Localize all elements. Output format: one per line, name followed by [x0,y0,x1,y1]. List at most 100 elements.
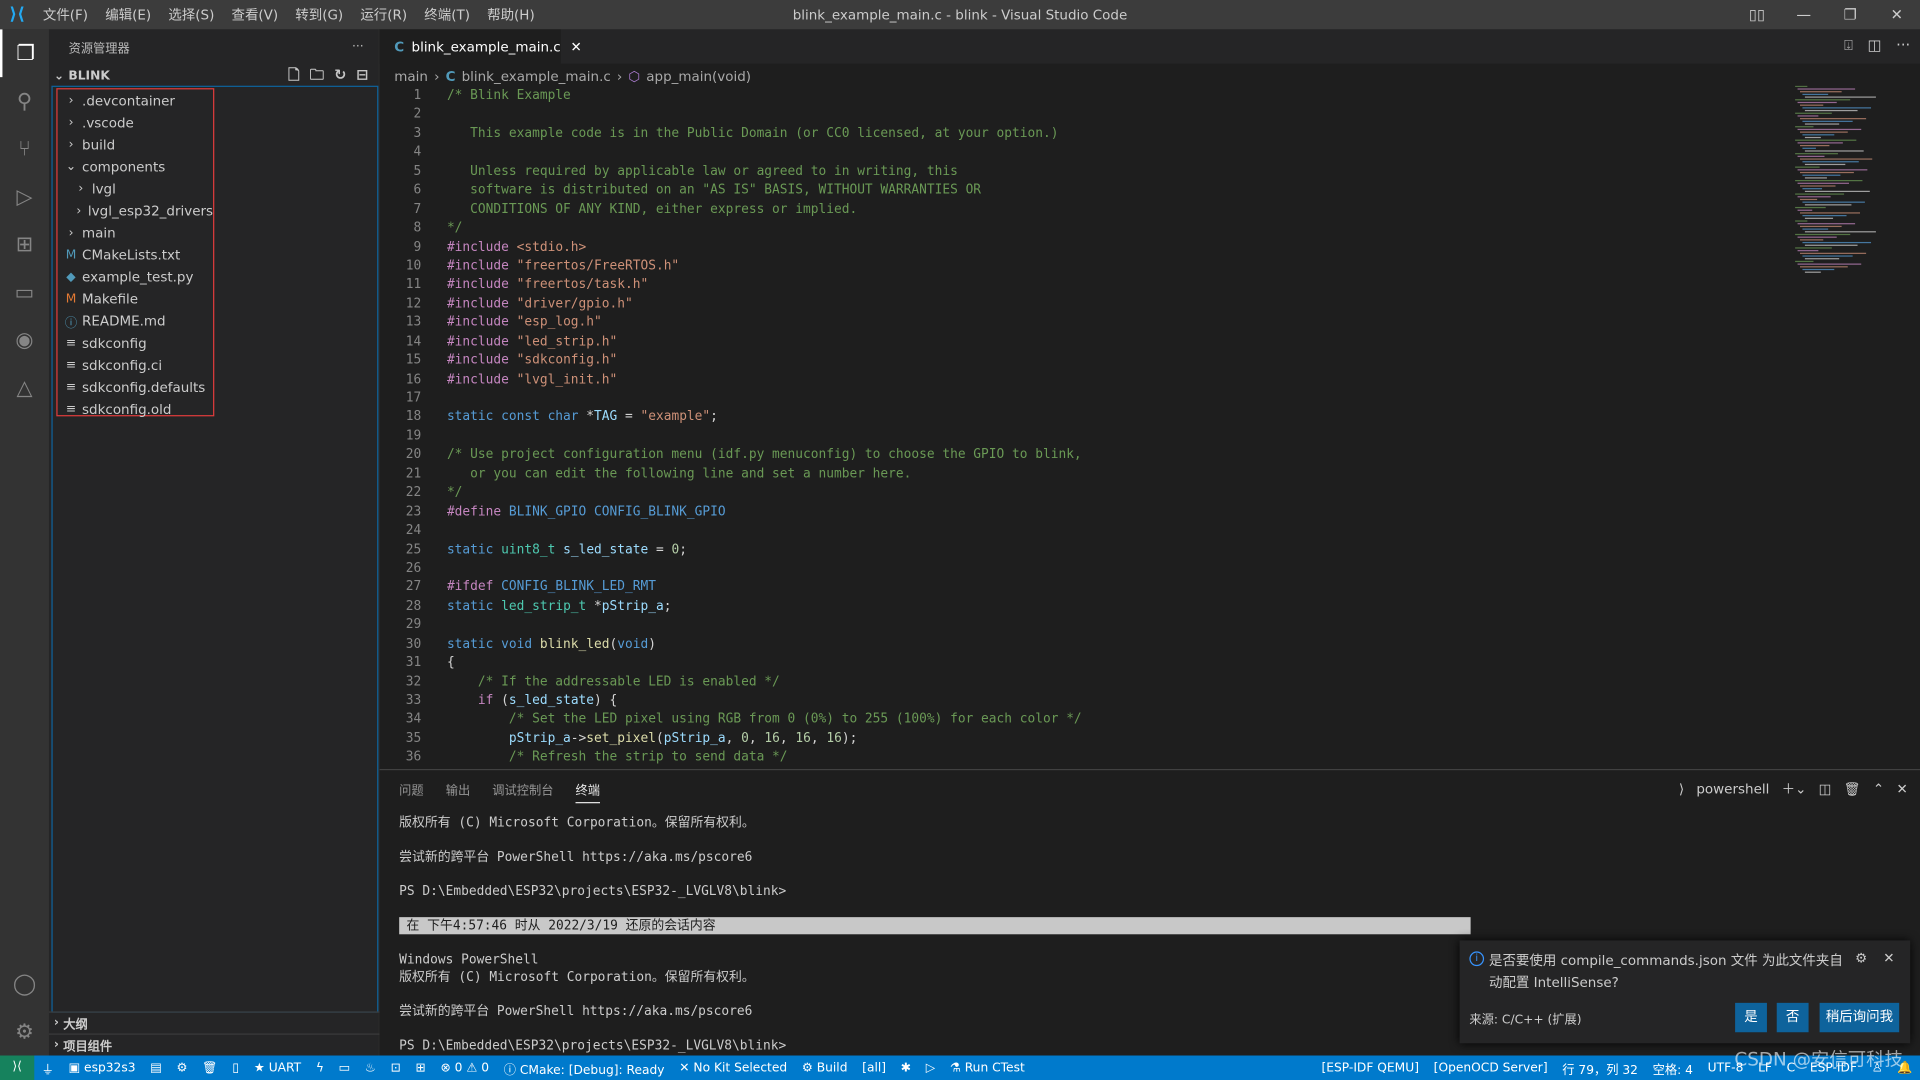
tree-item[interactable]: ≡ sdkconfig.defaults [58,376,214,398]
more-icon[interactable]: ··· [1896,37,1910,55]
terminal-icon[interactable]: ⊡ [383,1061,408,1074]
extensions-icon[interactable]: ⊞ [0,220,49,268]
refresh-icon[interactable]: ↻ [334,66,346,83]
build-cylinder-icon[interactable]: ▯ [225,1061,246,1074]
menu-item[interactable]: 文件(F) [34,5,96,25]
cmake-status[interactable]: ⓘ CMake: [Debug]: Ready [496,1059,672,1076]
build-button[interactable]: ⚙ Build [795,1061,855,1074]
status-flash-method[interactable]: ★ UART [246,1061,308,1074]
menu-item[interactable]: 转到(G) [287,5,352,25]
kit-selector[interactable]: ✕ No Kit Selected [672,1061,795,1074]
flame-icon[interactable]: ♨ [358,1061,384,1074]
run-ctest[interactable]: ⚗ Run CTest [942,1061,1032,1074]
menu-item[interactable]: 终端(T) [416,5,479,25]
new-file-icon[interactable]: 🗋 [288,66,300,83]
folder-header[interactable]: ⌄ BLINK 🗋 🗀 ↻ ⊟ [49,64,378,88]
new-terminal-icon[interactable]: ＋⌄ [1782,779,1807,799]
close-button[interactable]: ✕ [1873,0,1920,29]
split-editor-icon[interactable]: ◫ [1868,37,1882,55]
menu-item[interactable]: 编辑(E) [97,5,160,25]
search-icon[interactable]: ⚲ [0,77,49,125]
tree-item[interactable]: › lvgl_esp32_drivers [58,200,214,222]
tree-item[interactable]: › main [58,222,214,244]
tree-item[interactable]: M Makefile [58,288,214,310]
run-icon[interactable]: ▷ [918,1061,942,1074]
tree-item[interactable]: › .vscode [58,111,214,133]
remote-explorer-icon[interactable]: ▭ [0,268,49,316]
tree-item[interactable]: › build [58,133,214,155]
close-tab-icon[interactable]: ✕ [570,39,581,55]
layout-icon[interactable]: ▯▯ [1734,0,1781,29]
menu-item[interactable]: 选择(S) [160,5,223,25]
debug-bug-icon[interactable]: ✱ [893,1061,918,1074]
outline-section[interactable]: › 大纲 [48,1011,380,1033]
status-item[interactable]: 行 79，列 32 [1555,1059,1645,1076]
debug-icon[interactable]: ⊞ [408,1061,433,1074]
new-folder-icon[interactable]: 🗀 [310,66,325,83]
tree-item[interactable]: ≡ sdkconfig.ci [58,354,214,376]
kill-terminal-icon[interactable]: 🗑 [1844,781,1861,797]
panel-tab[interactable]: 问题 [399,780,423,803]
shell-name[interactable]: powershell [1696,781,1769,797]
more-actions-icon[interactable]: ··· [352,40,364,53]
build-target[interactable]: [all] [855,1061,894,1074]
tree-item[interactable]: M CMakeLists.txt [58,244,214,266]
status-target[interactable]: ▣ esp32s3 [61,1061,143,1074]
notification-close-icon[interactable]: ✕ [1883,950,1894,966]
problems-count[interactable]: ⊗ 0 ⚠ 0 [433,1061,496,1074]
menu-item[interactable]: 查看(V) [223,5,287,25]
project-components-section[interactable]: › 项目组件 [48,1033,380,1055]
tree-item[interactable]: ◆ example_test.py [58,266,214,288]
tree-item[interactable]: › lvgl [58,178,214,200]
panel-tab[interactable]: 输出 [446,780,470,803]
panel-tab[interactable]: 调试控制台 [492,780,553,803]
panel-tab[interactable]: 终端 [575,780,601,804]
remote-icon[interactable]: ⟩⟨ [0,1055,35,1080]
breadcrumb-symbol[interactable]: app_main(void) [646,68,751,84]
tree-item[interactable]: ≡ sdkconfig [58,332,214,354]
tree-item[interactable]: ≡ sdkconfig.old [58,398,214,420]
maximize-panel-icon[interactable]: ⌃ [1873,781,1884,797]
settings-gear-icon[interactable]: ⚙ [0,1008,49,1056]
ask-later-button[interactable]: 稍后询问我 [1819,1002,1900,1033]
flash-method-label: UART [268,1061,302,1075]
tree-item[interactable]: ⓘ README.md [58,310,214,332]
tree-item[interactable]: ⌄ components [58,156,214,178]
cmake-icon[interactable]: △ [0,364,49,412]
status-item[interactable]: 空格: 4 [1645,1059,1700,1076]
monitor-icon[interactable]: ▭ [331,1061,357,1074]
tab-blink-example-main[interactable]: Cblink_example_main.c ✕ [379,29,582,64]
minimap[interactable] [1790,85,1908,282]
status-item[interactable]: [ESP-IDF QEMU] [1314,1061,1426,1074]
split-terminal-icon[interactable]: ◫ [1819,781,1832,797]
status-item[interactable]: [OpenOCD Server] [1426,1061,1555,1074]
restore-button[interactable]: ❐ [1827,0,1874,29]
menuconfig-gear-icon[interactable]: ⚙ [169,1061,195,1074]
menu-item[interactable]: 运行(R) [352,5,416,25]
breadcrumb-file[interactable]: blink_example_main.c [462,68,611,84]
code-editor[interactable]: 1/* Blink Example 2 3 This example code is… [380,87,1788,768]
source-control-icon[interactable]: ⑂ [0,125,49,173]
yes-button[interactable]: 是 [1735,1002,1767,1033]
flash-icon[interactable]: ϟ [309,1061,332,1074]
esp-idf-flash-icon[interactable]: ⍗ [1844,37,1853,55]
esp-idf-icon[interactable]: ◉ [0,316,49,364]
notification-settings-icon[interactable]: ⚙ [1855,950,1867,966]
close-panel-icon[interactable]: ✕ [1896,781,1907,797]
explorer-icon[interactable]: ❐ [0,29,49,78]
menu-item[interactable]: 帮助(H) [479,5,544,25]
breadcrumb-folder[interactable]: main [394,68,428,84]
tree-item[interactable]: › .devcontainer [58,89,214,111]
fullclean-trash-icon[interactable]: 🗑 [195,1061,225,1074]
plug-icon[interactable]: ⏚ [34,1059,61,1076]
code-token: <stdio.h> [516,239,587,255]
collapse-all-icon[interactable]: ⊟ [356,66,368,83]
tree-item-label: lvgl_esp32_drivers [87,202,214,219]
minimize-button[interactable]: — [1780,0,1827,29]
code-token: static [446,598,502,614]
account-icon[interactable]: ◯ [0,960,49,1008]
run-debug-icon[interactable]: ▷ [0,173,49,221]
terminal-output[interactable]: 版权所有 (C) Microsoft Corporation。保留所有权利。 尝试… [399,814,1471,1054]
no-button[interactable]: 否 [1776,1002,1809,1033]
sdkconfig-icon[interactable]: ▤ [143,1061,169,1074]
